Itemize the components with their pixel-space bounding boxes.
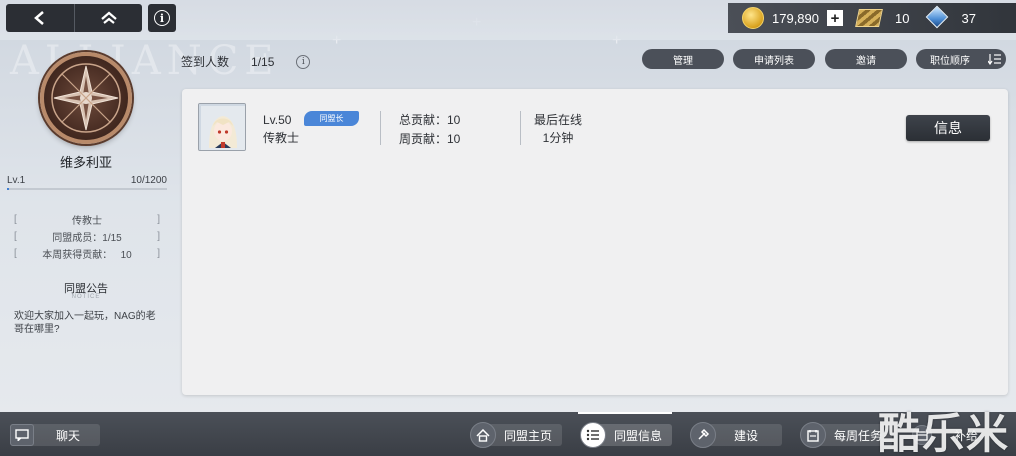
tab-alliance-info-label: 同盟信息 bbox=[614, 428, 663, 443]
home-icon bbox=[470, 422, 496, 448]
stat-members: 同盟成员：1/15 bbox=[52, 233, 122, 244]
tab-weekly-tasks-label: 每周任务 bbox=[834, 428, 883, 443]
add-gold-button[interactable]: + bbox=[827, 10, 843, 26]
position-order-button[interactable]: 职位顺序 bbox=[916, 49, 984, 69]
top-bar: i 179,890 + 10 37 bbox=[0, 0, 1016, 40]
invite-button[interactable]: 邀请 bbox=[825, 49, 907, 69]
last-online-value: 1分钟 bbox=[542, 131, 574, 145]
tab-build-label: 建设 bbox=[734, 428, 759, 443]
gold-coin-icon bbox=[742, 7, 764, 29]
tab-alliance-home[interactable]: 同盟主页 bbox=[470, 422, 552, 448]
member-class: 传教士 bbox=[263, 131, 300, 145]
ticket-amount: 10 bbox=[895, 10, 910, 26]
checkin-count: 签到人数 1/15 i bbox=[181, 53, 311, 70]
tab-alliance-home-label: 同盟主页 bbox=[504, 428, 553, 443]
stat-row: [ 同盟成员：1/15 ] bbox=[14, 231, 160, 244]
alliance-sidebar: 维多利亚 Lv.1 10/1200 [ 传教士 ] [ 同盟成员：1/15 ] … bbox=[0, 40, 172, 412]
site-watermark-logo: 酷乐米 bbox=[878, 410, 1011, 456]
manage-button[interactable]: 管理 bbox=[642, 49, 724, 69]
tab-build[interactable]: 建设 bbox=[690, 422, 758, 448]
sort-icon[interactable] bbox=[984, 49, 1006, 69]
alliance-level-row: Lv.1 10/1200 bbox=[7, 175, 167, 186]
info-button[interactable]: i bbox=[148, 4, 176, 32]
nav-button-group bbox=[6, 4, 142, 32]
member-level: Lv.50 bbox=[263, 113, 292, 127]
divider bbox=[520, 111, 521, 145]
chat-icon bbox=[10, 424, 34, 446]
info-icon[interactable]: i bbox=[296, 54, 311, 69]
divider bbox=[380, 111, 381, 145]
task-icon bbox=[800, 422, 826, 448]
alliance-name: 维多利亚 bbox=[59, 155, 112, 170]
home-button[interactable] bbox=[74, 4, 142, 32]
stat-row: [ 传教士 ] bbox=[14, 214, 160, 227]
role-badge: 同盟长 bbox=[304, 111, 359, 126]
application-list-button[interactable]: 申请列表 bbox=[733, 49, 815, 69]
character-portrait-icon bbox=[199, 104, 245, 150]
alliance-emblem bbox=[40, 52, 132, 144]
checkin-value: 1/15 bbox=[251, 54, 275, 69]
home-chevron-icon bbox=[100, 11, 117, 24]
exp-progress-bar bbox=[7, 188, 167, 190]
tab-weekly-tasks[interactable]: 每周任务 bbox=[800, 422, 882, 448]
currency-bar: 179,890 + 10 37 bbox=[728, 3, 1016, 33]
gem-icon bbox=[925, 7, 949, 29]
list-icon bbox=[580, 422, 606, 448]
member-info-button[interactable]: 信息 bbox=[906, 115, 990, 141]
bottom-tab-bar: 聊天 同盟主页 同盟信息 建设 每周任务 补给 bbox=[0, 412, 1016, 456]
stat-class: 传教士 bbox=[72, 216, 102, 227]
member-avatar[interactable] bbox=[198, 103, 246, 151]
emblem-icon bbox=[51, 63, 121, 133]
gold-amount: 179,890 bbox=[772, 10, 819, 26]
alliance-level: Lv.1 bbox=[7, 175, 26, 186]
member-list-panel: Lv.50 同盟长 传教士 总贡献：10 周贡献：10 最后在线 1分钟 信息 bbox=[182, 89, 1008, 395]
alliance-exp: 10/1200 bbox=[130, 175, 167, 186]
stat-weekly-contribution: 本周获得贡献： 10 bbox=[42, 250, 132, 261]
last-online-label: 最后在线 bbox=[533, 113, 582, 127]
tab-chat-label: 聊天 bbox=[56, 428, 81, 443]
tab-chat[interactable]: 聊天 bbox=[10, 422, 80, 448]
exp-progress-fill bbox=[7, 188, 9, 190]
back-arrow-icon bbox=[34, 11, 44, 25]
active-tab-indicator bbox=[578, 412, 672, 414]
total-contribution: 总贡献：10 bbox=[399, 113, 461, 127]
info-icon: i bbox=[154, 10, 170, 26]
sort-list-icon bbox=[988, 54, 1001, 65]
gem-amount: 37 bbox=[961, 10, 976, 26]
notice-subtitle: NOTICE bbox=[71, 294, 101, 300]
notice-text: 欢迎大家加入一起玩，NAG的老哥在哪里? bbox=[14, 311, 156, 335]
checkin-label: 签到人数 bbox=[181, 55, 230, 69]
ticket-icon bbox=[855, 9, 883, 27]
tab-alliance-info[interactable]: 同盟信息 bbox=[580, 422, 662, 448]
back-button[interactable] bbox=[6, 4, 74, 32]
build-icon bbox=[690, 422, 716, 448]
stat-row: [ 本周获得贡献： 10 ] bbox=[14, 248, 160, 261]
weekly-contribution: 周贡献：10 bbox=[399, 132, 461, 146]
